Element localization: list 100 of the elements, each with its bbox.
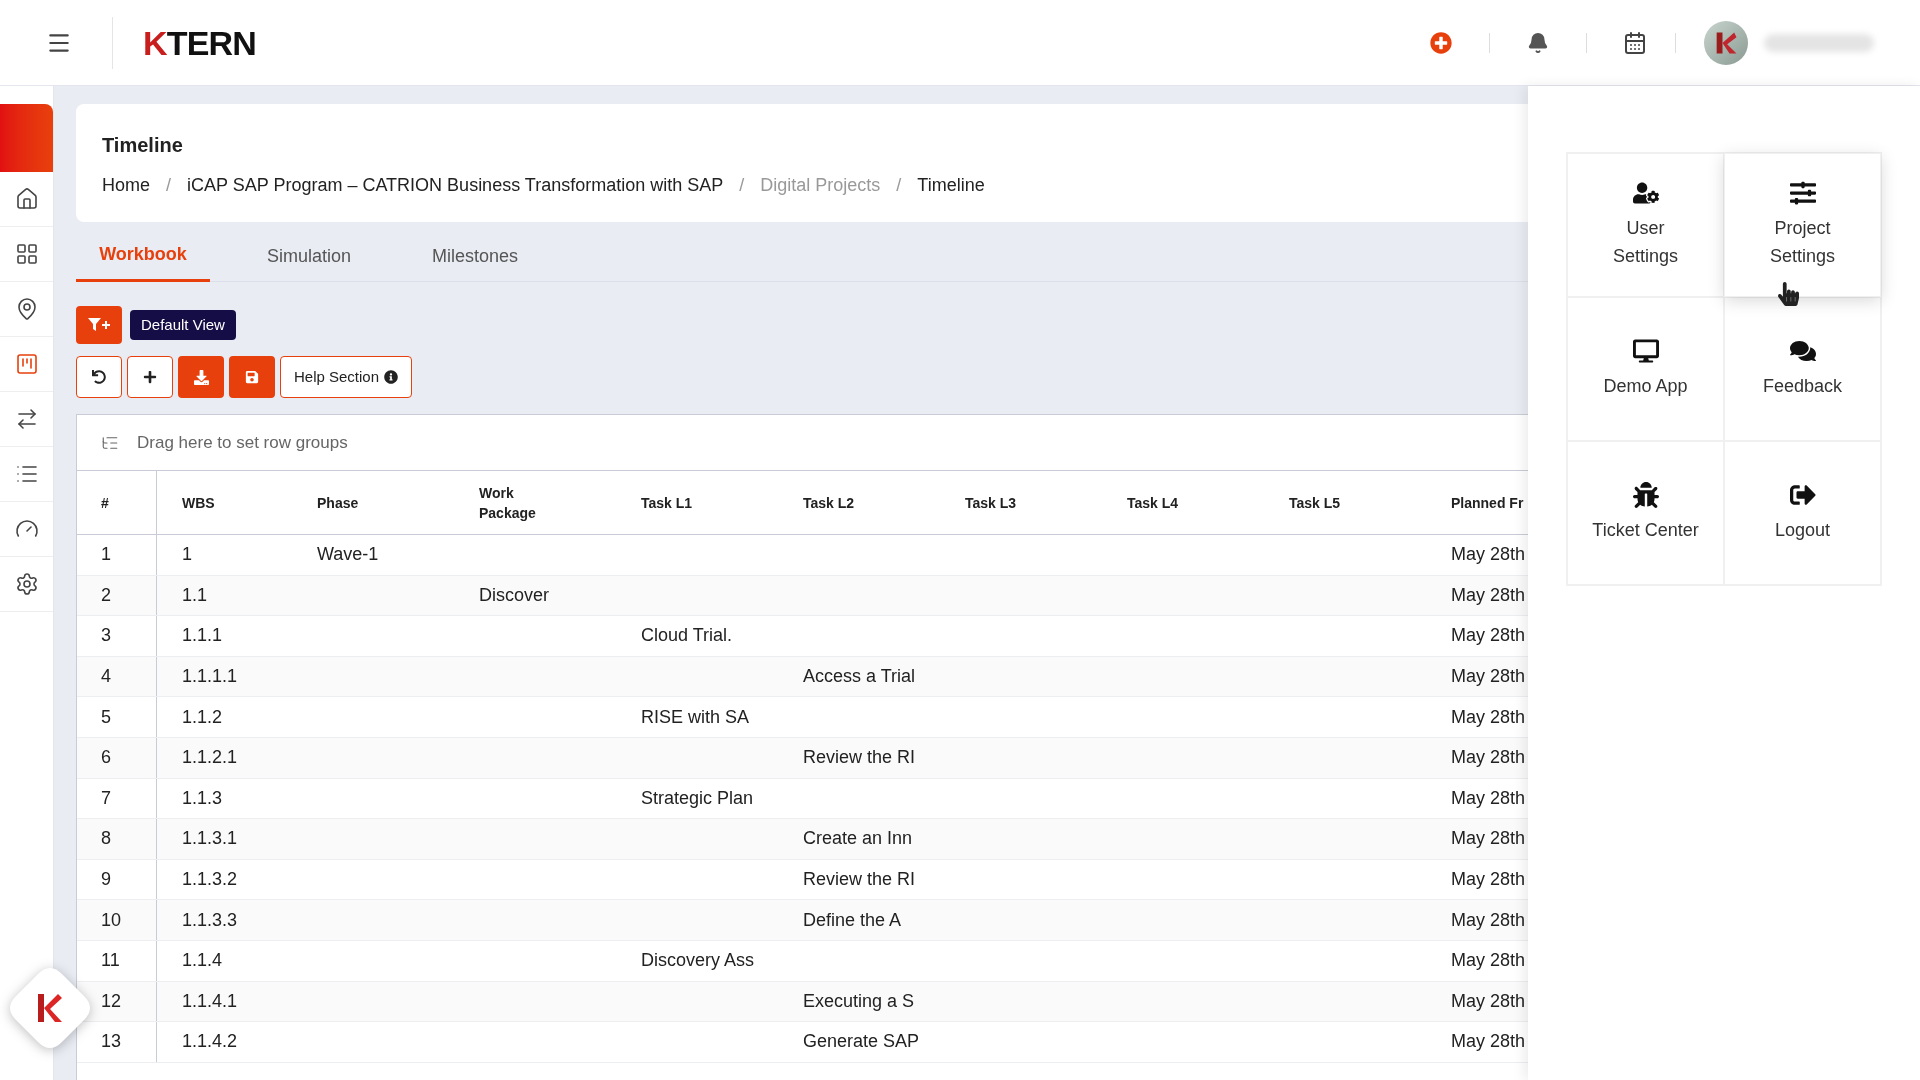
tab[interactable]: Simulation (242, 230, 376, 282)
table-cell-text: 5 (101, 705, 111, 729)
table-cell-text: 1.1.1.1 (182, 665, 238, 689)
table-cell-text: 1.1.4 (182, 949, 223, 973)
table-cell-text: Cloud Trial. (641, 624, 733, 648)
table-cell-text: May 28th (1451, 746, 1526, 770)
breadcrumb-separator: / (739, 174, 745, 197)
table-cell-text: 1.1.3.1 (182, 827, 238, 851)
column-header[interactable]: Work Package (479, 482, 536, 523)
column-header[interactable]: Task L3 (965, 492, 1017, 513)
column-header[interactable]: WBS (182, 492, 215, 513)
table-cell-text: 8 (101, 827, 111, 851)
table-cell-text: 2 (101, 583, 111, 607)
table-cell-text: Strategic Plan (641, 786, 754, 810)
menu-tile[interactable]: Project Settings (1724, 153, 1881, 297)
save-icon (245, 370, 259, 384)
table-cell-text: Discover (479, 583, 549, 607)
table-cell-text: Wave-1 (317, 543, 379, 567)
hand-cursor-icon (1778, 282, 1799, 306)
table-cell-text: 6 (101, 746, 111, 770)
table-cell-text: 1.1 (182, 583, 208, 607)
table-cell-text: May 28th (1451, 827, 1526, 851)
sidebar-accent (0, 104, 53, 172)
table-cell-text: 1 (101, 543, 111, 567)
undo-icon (92, 370, 106, 384)
table-cell-text: 10 (101, 908, 122, 932)
table-cell-text: May 28th (1451, 949, 1526, 973)
table-cell-text: 1.1.3.2 (182, 868, 238, 892)
add-button[interactable] (127, 356, 173, 398)
table-cell-text: 1.1.4.1 (182, 989, 238, 1013)
table-cell-text: Define the A (803, 908, 902, 932)
table-cell-text: 1.1.2.1 (182, 746, 238, 770)
table-cell-text: 1.1.3 (182, 786, 223, 810)
settings-icon (14, 572, 39, 596)
table-cell-text: Create an Inn (803, 827, 913, 851)
column-header[interactable]: Task L5 (1289, 492, 1341, 513)
table-cell-text: 1.1.3.3 (182, 908, 238, 932)
column-header[interactable]: Task L4 (1127, 492, 1179, 513)
table-cell-text: 1.1.2 (182, 705, 223, 729)
table-cell-text: Review the RI (803, 868, 916, 892)
table-cell-text: May 28th (1451, 665, 1526, 689)
download-button[interactable] (178, 356, 224, 398)
table-cell-text: 11 (101, 949, 120, 973)
reset-button[interactable] (76, 356, 122, 398)
column-header[interactable]: # (101, 492, 109, 513)
table-cell-text: May 28th (1451, 624, 1526, 648)
column-header[interactable]: Phase (317, 492, 359, 513)
kanban-icon (14, 352, 39, 376)
notifications-button[interactable] (1526, 30, 1550, 55)
breadcrumb-link[interactable]: Timeline (917, 172, 985, 199)
menu-tile[interactable]: Ticket Center (1567, 441, 1724, 585)
add-filter-button[interactable] (76, 306, 122, 344)
calendar-icon (1623, 30, 1647, 55)
breadcrumb-separator: / (166, 174, 172, 197)
breadcrumb-separator: / (896, 174, 902, 197)
help-button[interactable]: Help Section (280, 356, 413, 398)
table-cell-text: 4 (101, 665, 111, 689)
menu-tile[interactable]: Feedback (1724, 297, 1881, 441)
table-cell-text: May 28th (1451, 786, 1526, 810)
breadcrumb-link[interactable]: Home (102, 172, 150, 199)
table-cell-text: 9 (101, 868, 111, 892)
table-cell-text: Access a Trial (803, 665, 916, 689)
user-gear-icon (1632, 180, 1659, 206)
menu-tile[interactable]: Logout (1724, 441, 1881, 585)
save-button[interactable] (229, 356, 275, 398)
download-icon (193, 369, 209, 385)
table-cell-text: May 28th (1451, 908, 1526, 932)
menu-tile[interactable]: User Settings (1567, 153, 1724, 297)
table-cell-text: 1 (182, 543, 192, 567)
table-cell-text: Discovery Ass (641, 949, 755, 973)
table-cell-text: May 28th (1451, 1030, 1526, 1054)
table-cell-text: May 28th (1451, 705, 1526, 729)
table-cell-text: Executing a S (803, 989, 915, 1013)
table-cell-text: 7 (101, 786, 111, 810)
logout-icon (1789, 482, 1816, 508)
sliders-icon (1789, 180, 1816, 206)
table-cell-text: 1.1.1 (182, 624, 223, 648)
table-cell-text: 1.1.4.2 (182, 1030, 238, 1054)
column-header[interactable]: Task L2 (803, 492, 855, 513)
column-header[interactable]: Planned Fr (1451, 492, 1524, 513)
avatar[interactable] (1704, 20, 1748, 65)
table-cell-text: May 28th (1451, 583, 1526, 607)
bug-icon (1632, 482, 1659, 508)
logo[interactable]: KTERN (143, 25, 256, 60)
grid-icon (14, 242, 39, 266)
breadcrumb-link[interactable]: iCAP SAP Program – CATRION Business Transformation with SAP (187, 172, 724, 199)
table-cell-text: 12 (101, 989, 122, 1013)
page-title: Timeline (102, 133, 184, 158)
calendar-button[interactable] (1623, 30, 1647, 55)
bell-icon (1527, 31, 1549, 54)
table-cell-text: May 28th (1451, 989, 1526, 1013)
menu-tile[interactable]: Demo App (1567, 297, 1724, 441)
view-badge: Default View (130, 309, 236, 341)
info-icon (384, 370, 399, 384)
column-header[interactable]: Task L1 (641, 492, 693, 513)
table-cell-text: 13 (101, 1030, 122, 1054)
table-cell-text: 3 (101, 624, 111, 648)
chat-bubbles-icon (1789, 338, 1816, 364)
tab[interactable]: Milestones (408, 230, 542, 282)
home-icon (14, 187, 39, 211)
